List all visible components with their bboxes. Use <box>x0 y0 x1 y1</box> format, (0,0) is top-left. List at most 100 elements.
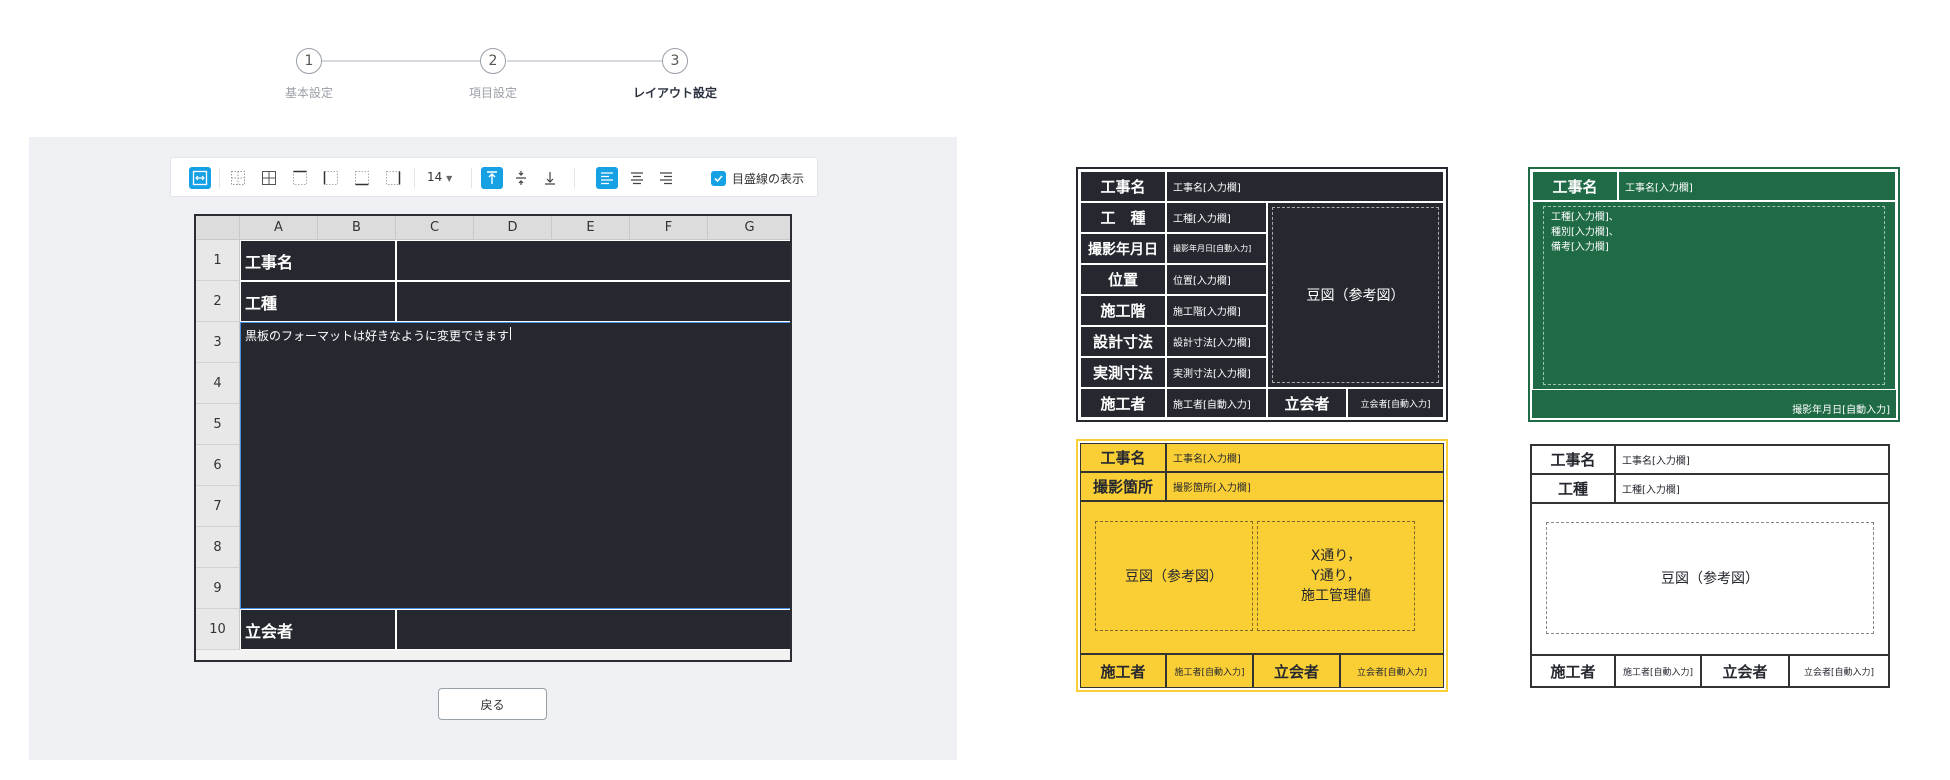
border-left-button[interactable] <box>320 167 342 189</box>
axis-line: X通り， <box>1310 548 1362 564</box>
font-size-select[interactable]: 14 ▼ <box>427 170 461 184</box>
cell-project-name-value[interactable] <box>396 240 790 281</box>
row-header[interactable]: 2 <box>196 281 240 322</box>
template-green-board[interactable]: 工事名 工事名[入力欄] 工種[入力欄]、 種別[入力欄]、 備考[入力欄] 撮… <box>1528 167 1900 422</box>
border-all-button[interactable] <box>258 167 280 189</box>
border-bottom-button[interactable] <box>351 167 373 189</box>
merge-cells-icon <box>192 170 208 186</box>
gridline-label[interactable]: 目盛線の表示 <box>732 170 804 187</box>
template-white-board[interactable]: 工事名 工事名[入力欄] 工種 工種[入力欄] 豆図（参考図） 施工者 施工者[… <box>1530 444 1890 688</box>
row-header[interactable]: 9 <box>196 568 240 609</box>
align-top-button[interactable] <box>481 167 503 189</box>
row-header[interactable]: 6 <box>196 445 240 486</box>
board-label: 工事名 <box>1080 443 1166 472</box>
step-1-label: 基本設定 <box>284 86 333 100</box>
cell-work-type-value[interactable] <box>396 281 790 322</box>
board-value: 工事名[入力欄] <box>1615 445 1889 474</box>
board-body-area: 工種[入力欄]、 種別[入力欄]、 備考[入力欄] <box>1532 201 1896 390</box>
cell-work-type-label[interactable]: 工種 <box>240 281 396 322</box>
toolbar-divider <box>471 168 472 188</box>
body-line: 備考[入力欄] <box>1551 242 1609 253</box>
board-value: 実測寸法[入力欄] <box>1166 357 1267 388</box>
cell-project-name-label[interactable]: 工事名 <box>240 240 396 281</box>
row-header[interactable]: 4 <box>196 363 240 404</box>
board-value: 設計寸法[入力欄] <box>1166 326 1267 357</box>
column-header[interactable]: B <box>318 216 396 240</box>
align-right-icon <box>660 172 672 185</box>
board-value: 立会者[自動入力] <box>1789 655 1889 687</box>
board-label: 撮影年月日 <box>1080 233 1166 264</box>
merge-cells-button[interactable] <box>189 167 211 189</box>
column-header[interactable]: G <box>708 216 790 240</box>
row-header[interactable]: 3 <box>196 322 240 363</box>
step-1-circle[interactable]: 1 <box>296 48 322 74</box>
board-value: 工事名[入力欄] <box>1618 171 1896 201</box>
template-yellow-board[interactable]: 工事名 工事名[入力欄] 撮影箇所 撮影箇所[入力欄] 豆図（参考図） X通り，… <box>1076 439 1448 692</box>
border-left-icon <box>323 171 338 185</box>
align-left-icon <box>601 172 613 185</box>
step-3-circle[interactable]: 3 <box>662 48 688 74</box>
row-header[interactable]: 8 <box>196 527 240 568</box>
column-header[interactable]: A <box>240 216 318 240</box>
gridline-checkbox[interactable] <box>711 171 726 186</box>
board-label: 実測寸法 <box>1080 357 1166 388</box>
border-top-button[interactable] <box>289 167 311 189</box>
border-bottom-icon <box>355 171 369 186</box>
toolbar-divider <box>414 168 415 188</box>
board-figure-area: 豆図（参考図） X通り， Y通り， 施工管理値 <box>1080 501 1444 654</box>
board-value: 立会者[自動入力] <box>1347 388 1444 418</box>
column-header[interactable]: D <box>474 216 552 240</box>
template-dark-board[interactable]: 工事名 工事名[入力欄] 工 種 工種[入力欄] 撮影年月日 撮影年月日[自動入… <box>1076 167 1448 422</box>
axis-line: Y通り， <box>1311 568 1361 584</box>
board-label: 立会者 <box>1267 388 1347 418</box>
column-header[interactable]: C <box>396 216 474 240</box>
border-none-icon <box>231 171 245 185</box>
column-header[interactable]: E <box>552 216 630 240</box>
board-value: 位置[入力欄] <box>1166 264 1267 295</box>
body-line: 工種[入力欄]、 <box>1551 212 1619 223</box>
axis-line: 施工管理値 <box>1301 588 1371 604</box>
step-2-circle[interactable]: 2 <box>480 48 506 74</box>
border-none-button[interactable] <box>227 167 249 189</box>
border-all-icon <box>262 171 276 185</box>
align-middle-button[interactable] <box>510 167 532 189</box>
cell-witness-value[interactable] <box>396 609 790 650</box>
column-header[interactable]: F <box>630 216 708 240</box>
border-right-button[interactable] <box>382 167 404 189</box>
border-top-icon <box>293 170 307 185</box>
align-right-button[interactable] <box>655 167 677 189</box>
align-center-icon <box>631 172 643 185</box>
back-button[interactable]: 戻る <box>438 688 547 720</box>
board-label: 設計寸法 <box>1080 326 1166 357</box>
font-size-value: 14 <box>427 170 443 184</box>
board-value: 撮影箇所[入力欄] <box>1166 472 1444 501</box>
row-header[interactable]: 10 <box>196 609 240 650</box>
board-label: 工種 <box>1531 474 1615 503</box>
border-right-icon <box>386 171 401 185</box>
board-figure-label: 豆図（参考図） <box>1125 569 1223 585</box>
board-value: 施工者[自動入力] <box>1615 655 1701 687</box>
cell-merged-text-area[interactable]: 黒板のフォーマットは好きなように変更できます <box>240 322 790 609</box>
row-header[interactable]: 1 <box>196 240 240 281</box>
toolbar-divider <box>574 168 575 188</box>
board-label: 立会者 <box>1701 655 1789 687</box>
board-label: 立会者 <box>1253 654 1340 688</box>
step-connector <box>507 60 678 62</box>
figure-dashed-frame: 豆図（参考図） <box>1546 522 1874 634</box>
figure-dashed-frame <box>1272 207 1439 383</box>
board-label: 施工者 <box>1531 655 1615 687</box>
board-footer-value: 撮影年月日[自動入力] <box>1792 405 1890 416</box>
row-header[interactable]: 5 <box>196 404 240 445</box>
align-left-button[interactable] <box>596 167 618 189</box>
board-label: 撮影箇所 <box>1080 472 1166 501</box>
align-top-icon <box>487 171 497 184</box>
align-center-button[interactable] <box>626 167 648 189</box>
format-toolbar: 14 ▼ 目盛線の表示 <box>170 157 818 197</box>
cell-witness-label[interactable]: 立会者 <box>240 609 396 650</box>
board-label: 位置 <box>1080 264 1166 295</box>
align-bottom-button[interactable] <box>539 167 561 189</box>
align-bottom-icon <box>545 172 555 185</box>
board-label: 工事名 <box>1532 171 1618 201</box>
figure-dashed-frame: 豆図（参考図） <box>1095 521 1253 631</box>
row-header[interactable]: 7 <box>196 486 240 527</box>
